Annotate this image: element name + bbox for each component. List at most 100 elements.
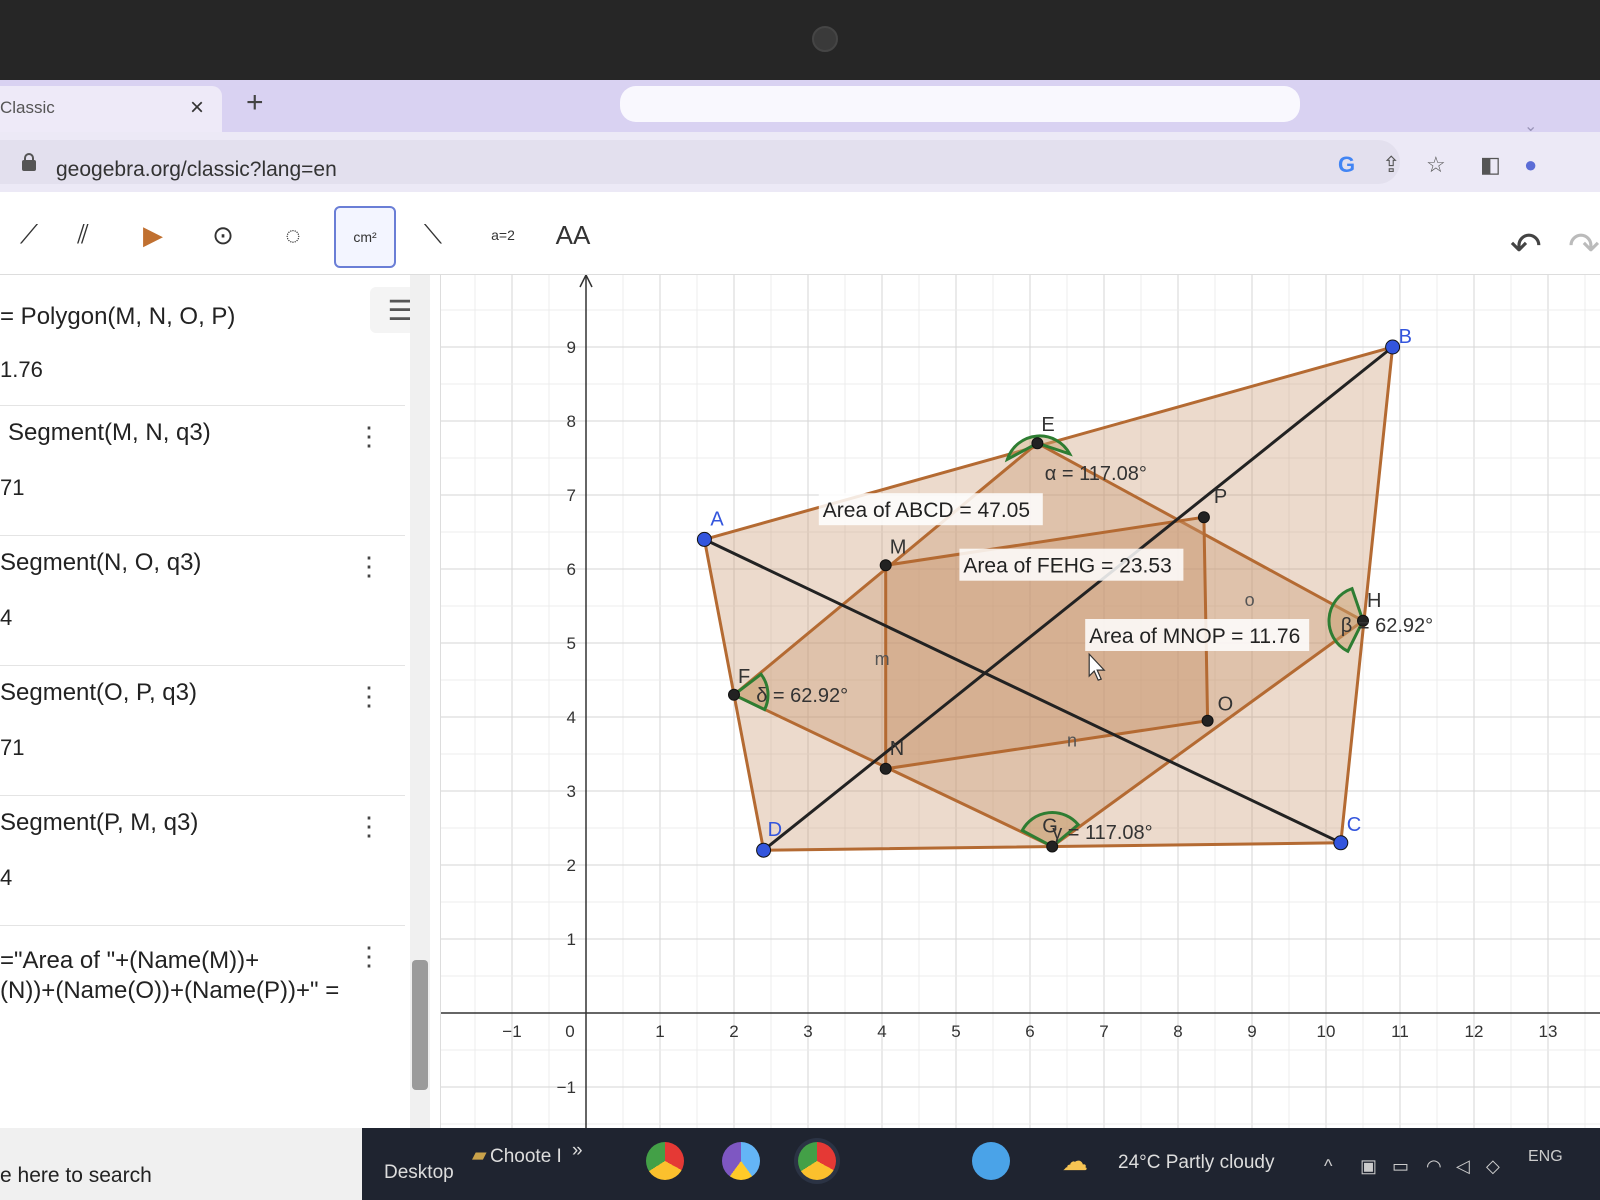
algebra-item[interactable]: Segment(N, O, q3) 4 ⋮ <box>0 535 405 666</box>
sidepanel-icon[interactable]: ◧ <box>1480 152 1501 178</box>
star-icon[interactable]: ☆ <box>1426 152 1446 178</box>
point-m[interactable] <box>879 559 892 572</box>
algebra-item[interactable]: Segment(M, N, q3) 71 ⋮ <box>0 405 405 536</box>
algebra-definition[interactable]: Segment(M, N, q3) <box>8 419 211 447</box>
point-n[interactable] <box>879 762 892 775</box>
y-tick-label: 5 <box>567 634 576 653</box>
geometry-canvas[interactable]: −1 0 1 2 3 4 5 6 7 8 9 10 11 12 13−1123456789 ABCDEFGH… <box>437 235 1600 1162</box>
browser-tab[interactable]: Classic × <box>0 86 222 132</box>
point-label-b: B <box>1399 326 1412 348</box>
point-p[interactable] <box>1197 511 1210 524</box>
algebra-definition[interactable]: = Polygon(M, N, O, P) <box>0 303 235 331</box>
notification-icon[interactable]: ◇ <box>1486 1156 1500 1177</box>
new-tab-button[interactable]: + <box>246 86 264 120</box>
y-tick-label: 7 <box>567 486 576 505</box>
more-options-icon[interactable]: ⋮ <box>356 683 382 709</box>
tray-up-icon[interactable]: ^ <box>1324 1156 1332 1177</box>
area-text[interactable]: Area of FEHG = 23.53 <box>963 555 1171 578</box>
omnibox[interactable]: geogebra.org/classic?lang=en <box>0 140 1400 184</box>
segment-label-o: o <box>1245 590 1255 610</box>
point-label-a: A <box>710 508 724 530</box>
weather-text[interactable]: 24°C Partly cloudy <box>1118 1152 1275 1174</box>
point-o[interactable] <box>1201 714 1214 727</box>
segment-label-m: m <box>875 649 890 669</box>
weather-icon[interactable]: ☁ <box>1062 1146 1088 1177</box>
algebra-definition[interactable]: Segment(P, M, q3) <box>0 809 198 837</box>
point-label-f: F <box>738 666 750 688</box>
meet-icon[interactable]: ▣ <box>1360 1156 1377 1177</box>
point-c[interactable] <box>1333 835 1349 851</box>
y-tick-label: 6 <box>567 560 576 579</box>
x-tick-label: 4 <box>877 1022 886 1041</box>
area-text[interactable]: Area of ABCD = 47.05 <box>823 499 1030 522</box>
taskbar-app-label[interactable]: Choote I <box>490 1146 562 1168</box>
x-tick-label: −1 <box>502 1022 521 1041</box>
x-tick-label: 6 <box>1025 1022 1034 1041</box>
geogebra-toolbar: ⟋ ⫽ ▶ ⊙ ◌ cm² ⟍ a=2 AA ↶ ↷ <box>0 192 1600 275</box>
area-tool-icon[interactable]: cm² <box>334 206 396 268</box>
folder-icon[interactable]: ▰ <box>472 1144 487 1167</box>
algebra-definition[interactable]: ="Area of "+(Name(M))+ <box>0 947 259 975</box>
algebra-scrollbar[interactable] <box>410 275 430 1135</box>
x-tick-label: 0 <box>565 1022 574 1041</box>
tab-strip: Classic × + ⌄ <box>0 80 1600 135</box>
point-e[interactable] <box>1031 437 1044 450</box>
undo-icon[interactable]: ↶ <box>1510 224 1542 269</box>
desktop-label[interactable]: Desktop <box>384 1162 454 1184</box>
wifi-icon[interactable]: ◠ <box>1426 1156 1442 1177</box>
point-d[interactable] <box>756 842 772 858</box>
point-a[interactable] <box>696 531 712 547</box>
x-tick-label: 2 <box>729 1022 738 1041</box>
point-label-d: D <box>768 819 782 841</box>
line-tool-icon[interactable]: ⟋ <box>0 206 58 264</box>
profile-icon[interactable]: ● <box>1524 152 1537 178</box>
taskbar-search[interactable]: e here to search <box>0 1128 362 1200</box>
more-options-icon[interactable]: ⋮ <box>356 423 382 449</box>
algebra-definition[interactable]: Segment(O, P, q3) <box>0 679 197 707</box>
chrome-profile-icon[interactable] <box>798 1142 836 1180</box>
point-label-p: P <box>1214 486 1227 508</box>
volume-icon[interactable]: ◁ <box>1456 1156 1470 1177</box>
battery-icon[interactable]: ▭ <box>1392 1156 1409 1177</box>
point-b[interactable] <box>1385 339 1401 355</box>
polygon-tool-icon[interactable]: ▶ <box>124 206 182 264</box>
text-tool-icon[interactable]: AA <box>544 206 602 264</box>
redo-icon[interactable]: ↷ <box>1568 224 1600 269</box>
algebra-item[interactable]: Segment(O, P, q3) 71 ⋮ <box>0 665 405 796</box>
point-f[interactable] <box>728 688 740 701</box>
x-tick-label: 3 <box>803 1022 812 1041</box>
area-text[interactable]: Area of MNOP = 11.76 <box>1089 625 1300 648</box>
algebra-item[interactable]: Segment(P, M, q3) 4 ⋮ <box>0 795 405 926</box>
point-label-e: E <box>1041 414 1054 436</box>
y-tick-label: −1 <box>557 1078 576 1097</box>
graphics-view[interactable]: −1 0 1 2 3 4 5 6 7 8 9 10 11 12 13 −1 1 2 3 4 5 6 7 8 9 ABCDEFGH… <box>437 235 1600 1162</box>
algebra-item[interactable]: ="Area of "+(Name(M))+ (N))+(Name(O))+(N… <box>0 925 405 1055</box>
x-tick-label: 12 <box>1465 1022 1484 1041</box>
algebra-item[interactable]: = Polygon(M, N, O, P) 1.76 <box>0 275 405 406</box>
share-icon[interactable]: ⇪ <box>1382 152 1400 178</box>
scroll-thumb[interactable] <box>412 960 428 1090</box>
point-label-o: O <box>1218 694 1234 716</box>
google-icon[interactable]: G <box>1338 152 1355 178</box>
x-tick-label: 7 <box>1099 1022 1108 1041</box>
more-options-icon[interactable]: ⋮ <box>356 813 382 839</box>
y-tick-label: 2 <box>567 856 576 875</box>
slider-tool-icon[interactable]: a=2 <box>474 206 532 264</box>
overflow-icon[interactable]: » <box>572 1140 583 1162</box>
x-tick-label: 9 <box>1247 1022 1256 1041</box>
parallel-tool-icon[interactable]: ⫽ <box>54 206 112 264</box>
paint-icon[interactable] <box>722 1142 760 1180</box>
more-options-icon[interactable]: ⋮ <box>356 553 382 579</box>
angle-label: β = 62.92° <box>1341 615 1433 637</box>
language-indicator[interactable]: ENG <box>1528 1148 1563 1166</box>
circle-three-points-tool-icon[interactable]: ◌ <box>264 206 322 264</box>
more-options-icon[interactable]: ⋮ <box>356 943 382 969</box>
reflect-tool-icon[interactable]: ⟍ <box>404 206 462 264</box>
tab-close-icon[interactable]: × <box>190 94 204 122</box>
chrome-icon[interactable] <box>646 1142 684 1180</box>
help-icon[interactable] <box>972 1142 1010 1180</box>
circle-tool-icon[interactable]: ⊙ <box>194 206 252 264</box>
algebra-definition[interactable]: Segment(N, O, q3) <box>0 549 201 577</box>
screen-glare <box>620 86 1300 122</box>
address-bar: geogebra.org/classic?lang=en G ⇪ ☆ ◧ ● <box>0 132 1600 192</box>
